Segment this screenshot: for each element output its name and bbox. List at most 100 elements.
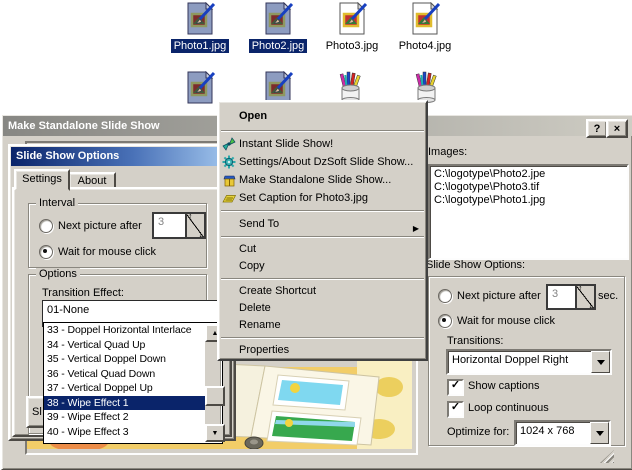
slide-show-button-label: Sl (32, 406, 42, 418)
desktop-icon-label[interactable]: Photo1.jpg (170, 39, 230, 53)
desktop-icon-photo1[interactable]: Photo1.jpg (165, 1, 235, 53)
transition-list-item[interactable]: 39 - Wipe Effect 2 (44, 410, 206, 425)
tab-settings-label: Settings (22, 173, 62, 185)
transition-list-popup[interactable]: 33 - Doppel Horizontal Interlace 34 - Ve… (43, 322, 225, 444)
spinner-arrows-icon[interactable]: ↑ ↓ (575, 283, 594, 310)
menu-item-instant-slide-show[interactable]: Instant Slide Show! (219, 135, 426, 153)
photo-file-icon (265, 1, 293, 35)
menu-item-rename[interactable]: Rename (219, 317, 426, 334)
menu-item-open[interactable]: Open (219, 105, 426, 127)
spinner-arrows-icon[interactable]: ↑ ↓ (185, 211, 204, 239)
help-icon: ? (593, 122, 601, 135)
check-icon: ✓ (450, 379, 461, 391)
menu-separator (221, 337, 424, 339)
dialog-next-picture-label: Next picture after (58, 220, 142, 232)
seconds-label: sec. (598, 290, 619, 302)
transition-list-item[interactable]: 37 - Vertical Doppel Up (44, 381, 206, 396)
show-captions-checkbox[interactable]: ✓ (447, 379, 464, 396)
wait-mouse-label: Wait for mouse click (457, 315, 556, 327)
tab-about-label: About (77, 175, 107, 187)
scroll-down-icon[interactable]: ▼ (205, 424, 225, 442)
menu-separator (221, 130, 424, 132)
photo-file-icon (339, 1, 367, 35)
menu-item-label: Open (239, 110, 268, 122)
main-window-title: Make Standalone Slide Show (8, 120, 160, 132)
dialog-next-picture-radio[interactable] (39, 219, 53, 233)
pens-cup-icon (339, 71, 361, 103)
menu-item-label: Send To (239, 218, 280, 230)
photo-file-icon (187, 1, 215, 35)
transition-list-item[interactable]: 40 - Wipe Effect 3 (44, 425, 206, 440)
desktop-icon-label[interactable]: Photo4.jpg (396, 39, 455, 53)
desktop-icon-label[interactable]: Photo3.jpg (323, 39, 382, 53)
menu-item-label: Rename (239, 319, 281, 331)
transitions-combo[interactable]: Horizontal Doppel Right (446, 349, 612, 375)
images-listbox[interactable]: C:\logotype\Photo2.jpe C:\logotype\Photo… (428, 164, 629, 260)
optimize-for-label: Optimize for: (447, 426, 510, 438)
slide-show-options-label: Slide Show Options: (426, 259, 526, 271)
menu-item-copy[interactable]: Copy (219, 258, 426, 275)
options-legend: Options (36, 268, 80, 280)
chevron-down-icon[interactable] (591, 351, 610, 373)
menu-item-label: Cut (239, 243, 257, 255)
package-icon (223, 175, 236, 187)
close-button[interactable]: × (606, 119, 628, 138)
images-label: Images: (428, 146, 468, 158)
settings-gear-icon (222, 155, 236, 169)
desktop-icon-photo2[interactable]: Photo2.jpg (243, 1, 313, 53)
interval-spinner[interactable]: 3 ↑ ↓ (546, 283, 596, 310)
loop-continuous-checkbox[interactable]: ✓ (447, 401, 464, 418)
transition-effect-value: 01-None (47, 304, 90, 316)
caption-icon (222, 195, 236, 203)
transition-list-item[interactable]: 34 - Vertical Quad Up (44, 338, 206, 353)
context-menu: Open Instant Slide Show! Settings/About … (217, 100, 428, 361)
check-icon: ✓ (450, 401, 461, 413)
menu-item-label: Delete (239, 302, 271, 314)
slideshow-icon (222, 137, 236, 151)
menu-item-send-to[interactable]: Send To ▶ (219, 215, 426, 233)
menu-item-make-standalone[interactable]: Make Standalone Slide Show... (219, 171, 426, 189)
scrollbar-thumb[interactable] (205, 386, 225, 406)
dialog-interval-spinner[interactable]: 3 ↑ ↓ (152, 211, 206, 239)
menu-item-label: Settings/About DzSoft Slide Show... (239, 156, 414, 168)
menu-item-set-caption[interactable]: Set Caption for Photo3.jpg (219, 189, 426, 207)
menu-separator (221, 278, 424, 280)
transition-list-item[interactable]: 35 - Vertical Doppel Down (44, 352, 206, 367)
chevron-down-icon[interactable] (590, 422, 609, 444)
menu-item-label: Instant Slide Show! (239, 138, 334, 150)
optimize-combo[interactable]: 1024 x 768 (514, 420, 611, 446)
desktop-icon-label[interactable]: Photo2.jpg (248, 39, 308, 53)
menu-item-cut[interactable]: Cut (219, 241, 426, 258)
optimize-value: 1024 x 768 (520, 425, 575, 437)
menu-item-label: Create Shortcut (239, 285, 317, 297)
menu-item-settings-about[interactable]: Settings/About DzSoft Slide Show... (219, 153, 426, 171)
menu-item-properties[interactable]: Properties (219, 342, 426, 359)
close-icon: × (613, 122, 621, 135)
dialog-wait-mouse-radio[interactable] (39, 245, 53, 259)
menu-item-label: Make Standalone Slide Show... (239, 174, 392, 186)
tab-settings[interactable]: Settings (14, 169, 70, 191)
interval-value: 3 (552, 288, 559, 300)
next-picture-radio[interactable] (438, 289, 452, 303)
desktop-icon-photo3[interactable]: Photo3.jpg (317, 1, 387, 53)
transition-list-item-selected[interactable]: 38 - Wipe Effect 1 (44, 395, 206, 410)
desktop-icon-photo-selected[interactable] (184, 70, 217, 107)
menu-item-delete[interactable]: Delete (219, 300, 426, 317)
image-path-item[interactable]: C:\logotype\Photo2.jpe (430, 168, 627, 181)
desktop-icon-photo4[interactable]: Photo4.jpg (390, 1, 460, 53)
transition-list-item[interactable]: 36 - Vetical Quad Down (44, 367, 206, 382)
image-path-item[interactable]: C:\logotype\Photo1.jpg (430, 194, 627, 207)
interval-legend: Interval (36, 197, 79, 209)
dialog-wait-mouse-label: Wait for mouse click (58, 246, 157, 258)
wait-mouse-radio[interactable] (438, 314, 452, 328)
help-button[interactable]: ? (586, 119, 608, 138)
transition-list-item[interactable]: 33 - Doppel Horizontal Interlace (44, 323, 206, 338)
transitions-value: Horizontal Doppel Right (452, 354, 569, 366)
image-path-item[interactable]: C:\logotype\Photo3.tif (430, 181, 627, 194)
transitions-label: Transitions: (447, 335, 504, 347)
menu-item-create-shortcut[interactable]: Create Shortcut (219, 283, 426, 300)
menu-item-label: Set Caption for Photo3.jpg (239, 192, 369, 204)
pens-cup-icon (415, 71, 437, 103)
dialog-interval-value: 3 (158, 216, 165, 228)
loop-continuous-label: Loop continuous (468, 402, 549, 414)
